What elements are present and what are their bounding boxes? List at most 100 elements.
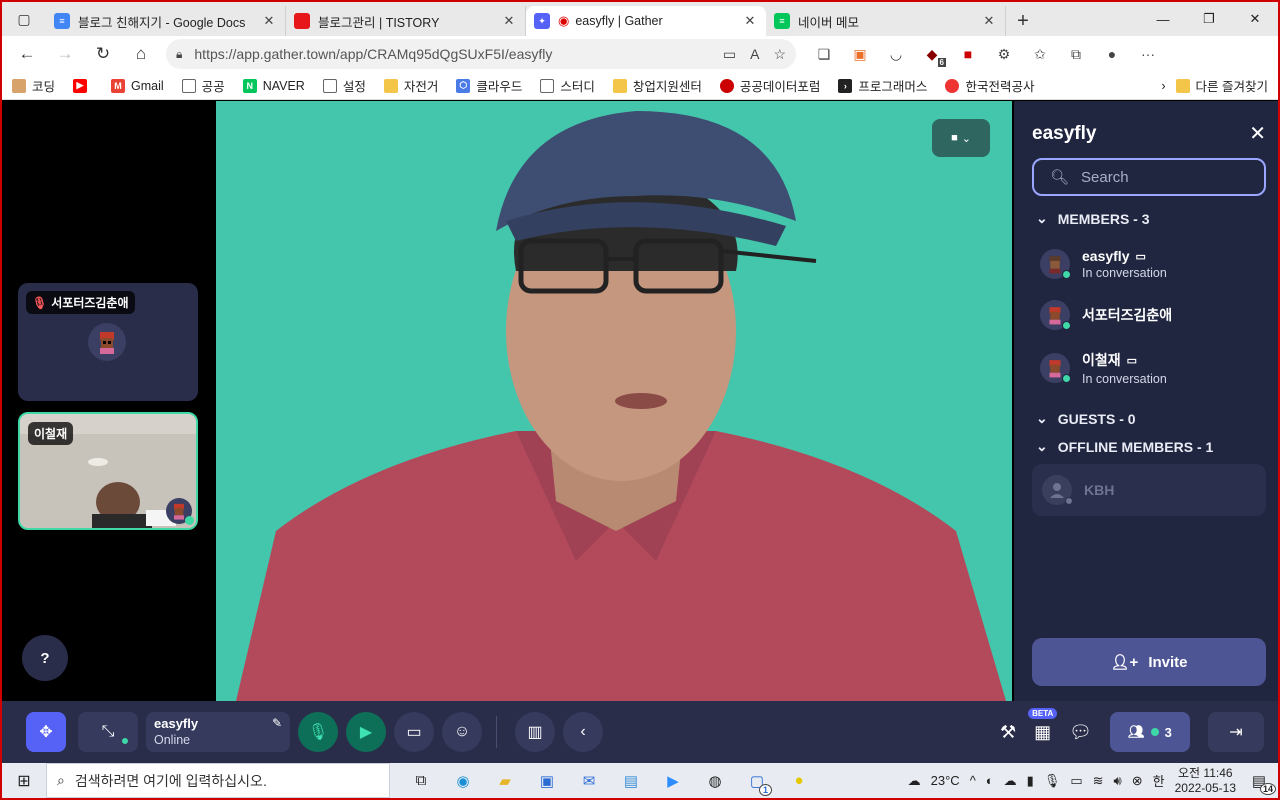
more-icon[interactable]: ··· [1130,39,1166,69]
file-explorer-icon[interactable]: ▰ [484,763,526,798]
tab-gather[interactable]: ✦ ◉ easyfly | Gather ✕ [526,6,766,36]
mail-icon[interactable]: ✉ [568,763,610,798]
invite-button[interactable]: 👤︎+ Invite [1032,638,1266,686]
weather-icon[interactable]: ☁ [908,773,921,789]
task-view-icon[interactable]: ⧉ [400,763,442,798]
url-field[interactable]: 🔒︎ https://app.gather.town/app/CRAMq95dQ… [166,39,796,69]
bookmark-item[interactable]: ▶ [73,78,93,93]
bookmark-item[interactable]: 한국전력공사 [945,76,1034,95]
map-button[interactable]: ▥ [515,712,555,752]
refresh-icon[interactable]: ↻ [84,39,122,69]
extension-icon[interactable]: ▣ [842,39,878,69]
tray-app-icon[interactable]: ◐ [986,773,994,788]
wifi-icon[interactable]: ≋ [1093,773,1104,789]
member-row[interactable]: easyfly ▭ In conversation [1040,244,1270,284]
participants-button[interactable]: 👥︎ 3 [1110,712,1190,752]
tab-close-icon[interactable]: ✕ [261,13,277,29]
bookmark-item[interactable]: 공공데이터포럼 [719,76,820,95]
member-search-input[interactable]: 🔍︎ Search [1032,158,1266,196]
edge-icon[interactable]: ◉ [442,763,484,798]
windows-start-icon[interactable]: ⊞ [2,771,46,791]
help-button[interactable]: ? [22,635,68,681]
member-row[interactable]: 서포터즈김춘애 [1040,295,1270,335]
bookmark-item[interactable]: 코딩 [12,76,55,95]
app-icon[interactable]: ▤ [610,763,652,798]
expand-toolbar-button[interactable]: ‹ [563,712,603,752]
taskbar-clock[interactable]: 오전 11:46 2022-05-13 [1175,766,1236,796]
tab-close-icon[interactable]: ✕ [981,13,997,29]
bookmark-item[interactable]: ⬡ 클라우드 [456,76,522,95]
add-favorite-icon[interactable]: ☆ [773,46,786,63]
screen-share-button[interactable]: ▭ [394,712,434,752]
tray-expand-icon[interactable]: ^ [970,773,976,788]
build-tool-icon[interactable]: ⚒ [1000,722,1016,743]
chat-icon[interactable]: 💬︎ [1069,722,1092,743]
volume-icon[interactable]: 🔊︎ [1114,773,1122,789]
lock-icon[interactable]: 🔒︎ [176,47,182,62]
participant-tile[interactable]: 🎙︎ 서포터즈김춘애 [18,283,198,401]
app-icon[interactable]: ◍ [694,763,736,798]
store-icon[interactable]: ▣ [526,763,568,798]
microphone-icon[interactable]: 🎙︎ [1044,773,1061,789]
offline-section-header[interactable]: ⌄ OFFLINE MEMBERS - 1 [1036,438,1213,455]
camera-options-button[interactable]: ■ ⌄ [932,119,990,157]
notification-center-icon[interactable]: ▤ 14 [1246,771,1276,795]
close-icon[interactable]: ✕ [1249,121,1266,146]
bookmark-item[interactable]: M Gmail [111,78,164,93]
back-icon[interactable]: ← [8,39,46,69]
microphone-button[interactable]: 🎙︎ [298,712,338,752]
zoom-icon[interactable]: ▶ [652,763,694,798]
edit-icon[interactable]: ✎ [272,716,282,730]
collections-icon[interactable]: ⧉ [1058,39,1094,69]
network-icon[interactable]: ▭ [1070,773,1082,789]
close-window-icon[interactable]: ✕ [1232,2,1278,36]
read-aloud-icon[interactable]: A [750,46,759,63]
members-section-header[interactable]: ⌄ MEMBERS - 3 [1036,210,1150,227]
minimize-icon[interactable]: — [1140,2,1186,36]
tab-google-docs[interactable]: ≡ 블로그 친해지기 - Google Docs ✕ [46,6,286,36]
pocket-icon[interactable]: ◡ [878,39,914,69]
calendar-icon[interactable]: ▦ BETA [1028,707,1058,743]
favorites-icon[interactable]: ✩ [1022,39,1058,69]
profile-icon[interactable]: ● [1094,39,1130,69]
temperature[interactable]: 23°C [931,773,960,788]
tab-actions-icon[interactable]: ▢ [2,2,46,36]
home-icon[interactable]: ⌂ [122,39,160,69]
bookmark-item[interactable]: 자전거 [383,76,438,95]
restore-icon[interactable]: ❐ [1186,2,1232,36]
usb-icon[interactable]: ▮ [1027,773,1034,789]
tab-naver-memo[interactable]: ≡ 네이버 메모 ✕ [766,6,1006,36]
bookmark-item[interactable]: 설정 [322,76,366,95]
app-icon[interactable]: ▢ 1 [736,763,778,798]
bookmark-item[interactable]: 스터디 [540,76,595,95]
camera-button[interactable]: ▶ [346,712,386,752]
bookmarks-overflow-icon[interactable]: › [1161,79,1165,93]
forward-icon[interactable]: → [46,39,84,69]
tab-tistory[interactable]: 블로그관리 | TISTORY ✕ [286,6,526,36]
participant-tile-active[interactable]: 이철재 [18,412,198,530]
camera-permission-icon[interactable]: ▭ [723,46,736,63]
ime-indicator[interactable]: 한 [1153,771,1165,790]
extension-icon[interactable]: ❏ [806,39,842,69]
ublock-icon[interactable]: ◆ 6 [914,39,950,69]
extension-icon[interactable]: ■ [950,39,986,69]
offline-member-row[interactable]: KBH [1032,464,1266,516]
tab-close-icon[interactable]: ✕ [742,13,758,29]
bookmark-item[interactable]: › 프로그래머스 [838,76,927,95]
taskbar-search-input[interactable]: ⌕ 검색하려면 여기에 입력하십시오. [46,763,390,798]
tab-close-icon[interactable]: ✕ [501,13,517,29]
new-tab-icon[interactable]: + [1006,6,1040,36]
extensions-icon[interactable]: ⚙ [986,39,1022,69]
bookmark-item[interactable]: 공공 [181,76,225,95]
block-icon[interactable]: ⊗ [1132,773,1143,789]
other-favorites[interactable]: 다른 즐겨찾기 [1175,76,1268,95]
bookmark-item[interactable]: 창업지원센터 [612,76,702,95]
member-row[interactable]: 이철재 ▭ In conversation [1040,348,1270,388]
guests-section-header[interactable]: ⌄ GUESTS - 0 [1036,410,1136,427]
minimize-view-button[interactable]: ⤡ [78,712,138,752]
bookmark-item[interactable]: N NAVER [242,78,305,93]
user-status-card[interactable]: easyfly Online ✎ [146,712,290,752]
tray-app-icon[interactable]: ☁ [1004,773,1017,789]
gather-menu-button[interactable]: ✥ [26,712,66,752]
leave-button[interactable]: ⇥ [1208,712,1264,752]
